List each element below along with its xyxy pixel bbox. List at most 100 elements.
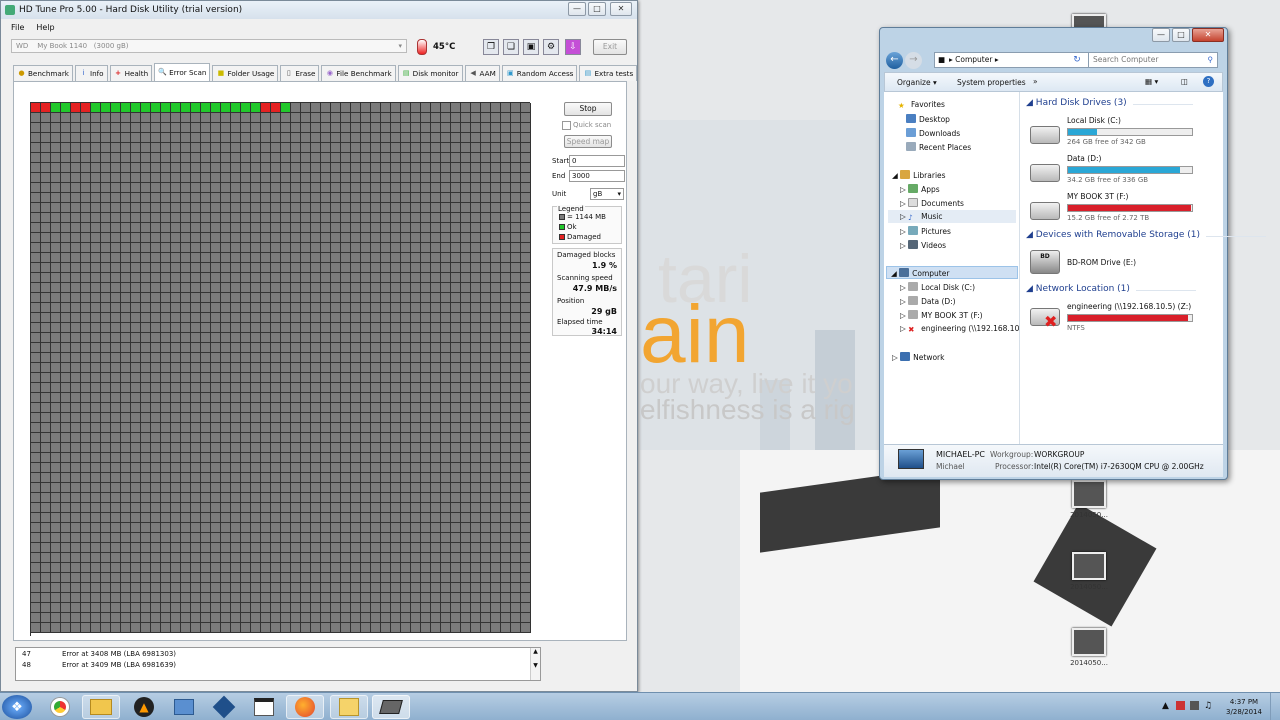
firefox-icon[interactable] [286,695,324,719]
tab-random-access[interactable]: ▣ Random Access [501,65,578,81]
clock[interactable]: 4:37 PM 3/28/2014 [1224,697,1264,717]
tab-folder-usage[interactable]: ■ Folder Usage [212,65,279,81]
speed-map-button[interactable]: Speed map [564,135,612,148]
chrome-icon[interactable] [42,695,78,719]
desktop-icon[interactable]: 2014050... [1066,552,1112,591]
scan-block [41,153,51,163]
options-icon[interactable]: ⚙ [543,39,559,55]
start-input[interactable]: 0 [569,155,625,167]
desktop-icon[interactable]: 2014050... [1066,480,1112,519]
unit-select[interactable]: gB ▾ [590,188,624,200]
refresh-icon[interactable]: ↻ [1070,52,1084,68]
nav-engineering[interactable]: ▷ ✖ engineering (\\192.168.10.5) [900,324,1029,334]
address-bar[interactable]: ■ ▸ Computer ▸ [934,52,1112,68]
nav-pictures[interactable]: ▷ Pictures [900,226,951,236]
scan-block [151,223,161,233]
scan-block [311,593,321,603]
preview-pane-icon[interactable]: ◫ [1181,77,1188,86]
drive-name[interactable]: Data (D:) [1067,154,1101,163]
drive-name[interactable]: MY BOOK 3T (F:) [1067,192,1128,201]
scan-block [511,173,521,183]
minimize-button[interactable]: — [568,2,586,16]
tray-icon[interactable] [1190,701,1199,710]
back-arrow-icon[interactable]: ← [886,52,903,69]
tab-benchmark[interactable]: ● Benchmark [13,65,73,81]
quick-scan-checkbox[interactable] [562,121,571,130]
scan-block [91,493,101,503]
nav-favorites[interactable]: ★ Favorites [898,100,945,110]
tab-extra-tests[interactable]: ▤ Extra tests [579,65,638,81]
close-button[interactable]: ✕ [610,2,632,16]
show-hidden-icons[interactable]: ▲ [1162,701,1169,711]
nav-desktop[interactable]: Desktop [906,114,950,124]
log-scrollbar[interactable]: ▲ ▼ [530,648,540,680]
app-icon-2[interactable] [206,695,242,719]
nav-downloads[interactable]: Downloads [906,128,960,138]
save-icon[interactable]: ▣ [523,39,539,55]
nav-apps[interactable]: ▷ Apps [900,184,940,194]
download-icon[interactable]: ⇩ [565,39,581,55]
copy-screenshot-icon[interactable]: ❏ [503,39,519,55]
menu-file[interactable]: File [11,23,24,32]
exit-button[interactable]: Exit [593,39,627,55]
scan-block [51,183,61,193]
nav-my-book-f[interactable]: ▷ MY BOOK 3T (F:) [900,310,983,320]
tab-aam[interactable]: ◀ AAM [464,65,500,81]
end-input[interactable]: 3000 [569,170,625,182]
network-icon[interactable] [166,695,202,719]
group-network-location[interactable]: ◢ Network Location (1) [1026,284,1196,294]
scan-block [81,493,91,503]
tray-icon[interactable] [1176,701,1185,710]
group-removable[interactable]: ◢ Devices with Removable Storage (1) [1026,230,1267,240]
nav-libraries[interactable]: ◢ Libraries [892,170,946,180]
search-input[interactable]: Search Computer ⚲ [1088,52,1218,68]
nav-network[interactable]: ▷ Network [892,352,944,362]
app-icon[interactable]: ▲ [126,695,162,719]
nav-videos[interactable]: ▷ Videos [900,240,946,250]
scan-block [411,513,421,523]
sticky-icon[interactable] [330,695,368,719]
scan-block [101,563,111,573]
start-orb-icon[interactable]: ❖ [2,695,32,719]
drive-name[interactable]: Local Disk (C:) [1067,116,1121,125]
view-options-icon[interactable]: ▦ ▾ [1145,77,1158,86]
title-bar[interactable]: HD Tune Pro 5.00 - Hard Disk Utility (tr… [1,1,637,19]
maximize-button[interactable]: □ [588,2,606,16]
menu-help[interactable]: Help [36,23,54,32]
nav-local-disk-c[interactable]: ▷ Local Disk (C:) [900,282,975,292]
close-button[interactable]: ✕ [1192,28,1224,42]
scan-block [501,393,511,403]
volume-icon[interactable]: ♫ [1204,701,1212,711]
nav-computer[interactable]: ◢ Computer [886,266,1018,279]
drive-name[interactable]: engineering (\\192.168.10.5) (Z:) [1067,302,1191,311]
more-commands-icon[interactable]: » [1033,77,1038,86]
tab-erase[interactable]: ▯ Erase [280,65,320,81]
tab-file-benchmark[interactable]: ◉ File Benchmark [321,65,396,81]
nav-data-d[interactable]: ▷ Data (D:) [900,296,956,306]
copy-text-icon[interactable]: ❐ [483,39,499,55]
drive-select[interactable]: WD My Book 1140 (3000 gB) ▾ [11,39,407,53]
nav-music[interactable]: ▷ ♪ Music [888,210,1016,223]
scan-block [151,593,161,603]
scan-block [491,113,501,123]
help-icon[interactable]: ? [1203,76,1214,87]
tab-disk-monitor[interactable]: ▤ Disk monitor [397,65,463,81]
tab-info[interactable]: i Info [74,65,108,81]
system-properties-button[interactable]: System properties [957,78,1026,87]
stop-button[interactable]: Stop [564,102,612,116]
minimize-button[interactable]: — [1152,28,1170,42]
calendar-icon[interactable] [246,695,282,719]
show-desktop-button[interactable] [1270,693,1280,720]
desktop-icon[interactable]: 2014050... [1066,628,1112,667]
tab-error-scan[interactable]: 🔍 Error Scan [154,63,211,81]
tab-health[interactable]: + Health [109,65,153,81]
drive-name[interactable]: BD-ROM Drive (E:) [1067,258,1136,267]
organize-button[interactable]: Organize ▾ [897,78,937,87]
explorer-folder-icon[interactable] [82,695,120,719]
nav-documents[interactable]: ▷ Documents [900,198,964,208]
nav-recent-places[interactable]: Recent Places [906,142,971,152]
forward-arrow-icon[interactable]: → [905,52,922,69]
group-hard-disks[interactable]: ◢ Hard Disk Drives (3) [1026,98,1193,108]
hdtune-icon[interactable] [372,695,410,719]
maximize-button[interactable]: □ [1172,28,1190,42]
